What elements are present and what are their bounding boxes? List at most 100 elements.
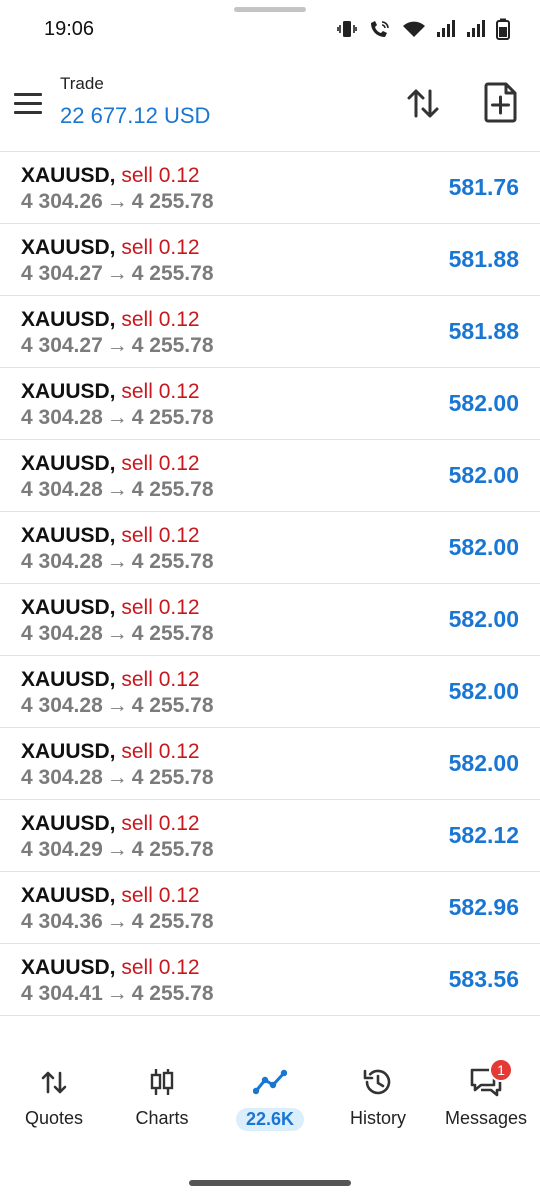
price-arrow: → — [106, 190, 128, 213]
position-symbol: XAUUSD, — [21, 596, 116, 619]
position-side-volume: sell 0.12 — [121, 308, 200, 331]
position-row[interactable]: XAUUSD, sell 0.12 4 304.26 → 4 255.78 581.76 — [0, 152, 540, 224]
price-arrow: → — [106, 478, 128, 501]
position-row[interactable]: XAUUSD, sell 0.12 4 304.28 → 4 255.78 582.00 — [0, 368, 540, 440]
position-prices: 4 304.27 → 4 255.78 — [21, 262, 214, 286]
open-price: 4 304.28 — [21, 478, 103, 501]
price-arrow: → — [106, 262, 128, 285]
position-prices: 4 304.28 → 4 255.78 — [21, 406, 214, 430]
position-symbol: XAUUSD, — [21, 740, 116, 763]
quotes-icon — [37, 1066, 71, 1098]
position-symbol: XAUUSD, — [21, 308, 116, 331]
price-arrow: → — [106, 622, 128, 645]
position-side-volume: sell 0.12 — [121, 668, 200, 691]
nav-charts[interactable]: Charts — [108, 1050, 216, 1140]
position-title: XAUUSD, sell 0.12 — [21, 236, 200, 260]
drag-handle[interactable] — [234, 7, 306, 12]
position-side-volume: sell 0.12 — [121, 236, 200, 259]
position-side-volume: sell 0.12 — [121, 884, 200, 907]
price-arrow: → — [106, 550, 128, 573]
sort-button[interactable] — [402, 82, 444, 124]
current-price: 4 255.78 — [131, 406, 214, 429]
nav-messages-label: Messages — [444, 1108, 528, 1128]
position-row[interactable]: XAUUSD, sell 0.12 4 304.36 → 4 255.78 582.96 — [0, 872, 540, 944]
open-price: 4 304.28 — [21, 406, 103, 429]
position-symbol: XAUUSD, — [21, 452, 116, 475]
position-profit: 582.00 — [448, 534, 519, 560]
battery-icon — [496, 18, 510, 45]
position-row[interactable]: XAUUSD, sell 0.12 4 304.28 → 4 255.78 582.00 — [0, 440, 540, 512]
position-row[interactable]: XAUUSD, sell 0.12 4 304.28 → 4 255.78 582.00 — [0, 656, 540, 728]
position-profit: 582.00 — [448, 606, 519, 632]
open-price: 4 304.28 — [21, 766, 103, 789]
current-price: 4 255.78 — [131, 766, 214, 789]
status-bar: 19:06 — [0, 0, 540, 58]
position-title: XAUUSD, sell 0.12 — [21, 740, 200, 764]
position-symbol: XAUUSD, — [21, 884, 116, 907]
position-profit: 582.96 — [448, 894, 519, 920]
position-profit: 581.76 — [448, 174, 519, 200]
position-symbol: XAUUSD, — [21, 164, 116, 187]
nav-history[interactable]: History — [324, 1050, 432, 1140]
trade-trend-icon — [253, 1066, 287, 1098]
messages-badge: 1 — [489, 1058, 513, 1082]
position-title: XAUUSD, sell 0.12 — [21, 956, 200, 980]
open-price: 4 304.28 — [21, 550, 103, 573]
current-price: 4 255.78 — [131, 262, 214, 285]
price-arrow: → — [106, 838, 128, 861]
current-price: 4 255.78 — [131, 190, 214, 213]
account-balance: 22 677.12 USD — [60, 103, 211, 128]
candlestick-chart-icon — [145, 1066, 179, 1098]
open-price: 4 304.27 — [21, 262, 103, 285]
position-side-volume: sell 0.12 — [121, 164, 200, 187]
sort-arrows-icon — [407, 89, 439, 118]
position-prices: 4 304.27 → 4 255.78 — [21, 334, 214, 358]
nav-messages[interactable]: 1 Messages — [432, 1050, 540, 1140]
menu-button[interactable] — [14, 86, 48, 120]
current-price: 4 255.78 — [131, 478, 214, 501]
position-prices: 4 304.29 → 4 255.78 — [21, 838, 214, 862]
signal-icon — [436, 19, 456, 44]
page-title: Trade — [60, 74, 104, 93]
position-title: XAUUSD, sell 0.12 — [21, 452, 200, 476]
position-title: XAUUSD, sell 0.12 — [21, 308, 200, 332]
current-price: 4 255.78 — [131, 910, 214, 933]
new-order-button[interactable] — [480, 80, 522, 124]
status-time: 19:06 — [44, 18, 95, 40]
current-price: 4 255.78 — [131, 982, 214, 1005]
status-icons — [336, 18, 510, 45]
open-price: 4 304.26 — [21, 190, 103, 213]
position-profit: 582.00 — [448, 750, 519, 776]
position-row[interactable]: XAUUSD, sell 0.12 4 304.27 → 4 255.78 581.88 — [0, 296, 540, 368]
home-indicator[interactable] — [189, 1180, 351, 1186]
position-prices: 4 304.36 → 4 255.78 — [21, 910, 214, 934]
nav-quotes[interactable]: Quotes — [0, 1050, 108, 1140]
position-row[interactable]: XAUUSD, sell 0.12 4 304.28 → 4 255.78 582.00 — [0, 728, 540, 800]
position-symbol: XAUUSD, — [21, 812, 116, 835]
position-title: XAUUSD, sell 0.12 — [21, 380, 200, 404]
nav-charts-label: Charts — [135, 1108, 189, 1128]
position-symbol: XAUUSD, — [21, 236, 116, 259]
position-side-volume: sell 0.12 — [121, 596, 200, 619]
current-price: 4 255.78 — [131, 622, 214, 645]
position-row[interactable]: XAUUSD, sell 0.12 4 304.28 → 4 255.78 582.00 — [0, 584, 540, 656]
position-prices: 4 304.41 → 4 255.78 — [21, 982, 214, 1006]
position-prices: 4 304.28 → 4 255.78 — [21, 622, 214, 646]
position-row[interactable]: XAUUSD, sell 0.12 4 304.29 → 4 255.78 582.12 — [0, 800, 540, 872]
open-price: 4 304.36 — [21, 910, 103, 933]
position-row[interactable]: XAUUSD, sell 0.12 4 304.28 → 4 255.78 582.00 — [0, 512, 540, 584]
position-row[interactable]: XAUUSD, sell 0.12 4 304.41 → 4 255.78 583.56 — [0, 944, 540, 1016]
current-price: 4 255.78 — [131, 694, 214, 717]
position-prices: 4 304.26 → 4 255.78 — [21, 190, 214, 214]
price-arrow: → — [106, 694, 128, 717]
position-profit: 582.00 — [448, 462, 519, 488]
position-side-volume: sell 0.12 — [121, 812, 200, 835]
nav-trade[interactable]: 22.6K — [216, 1050, 324, 1140]
position-profit: 581.88 — [448, 246, 519, 272]
nav-quotes-label: Quotes — [24, 1108, 84, 1128]
open-price: 4 304.41 — [21, 982, 103, 1005]
position-side-volume: sell 0.12 — [121, 452, 200, 475]
position-side-volume: sell 0.12 — [121, 740, 200, 763]
position-row[interactable]: XAUUSD, sell 0.12 4 304.27 → 4 255.78 581.88 — [0, 224, 540, 296]
position-profit: 581.88 — [448, 318, 519, 344]
